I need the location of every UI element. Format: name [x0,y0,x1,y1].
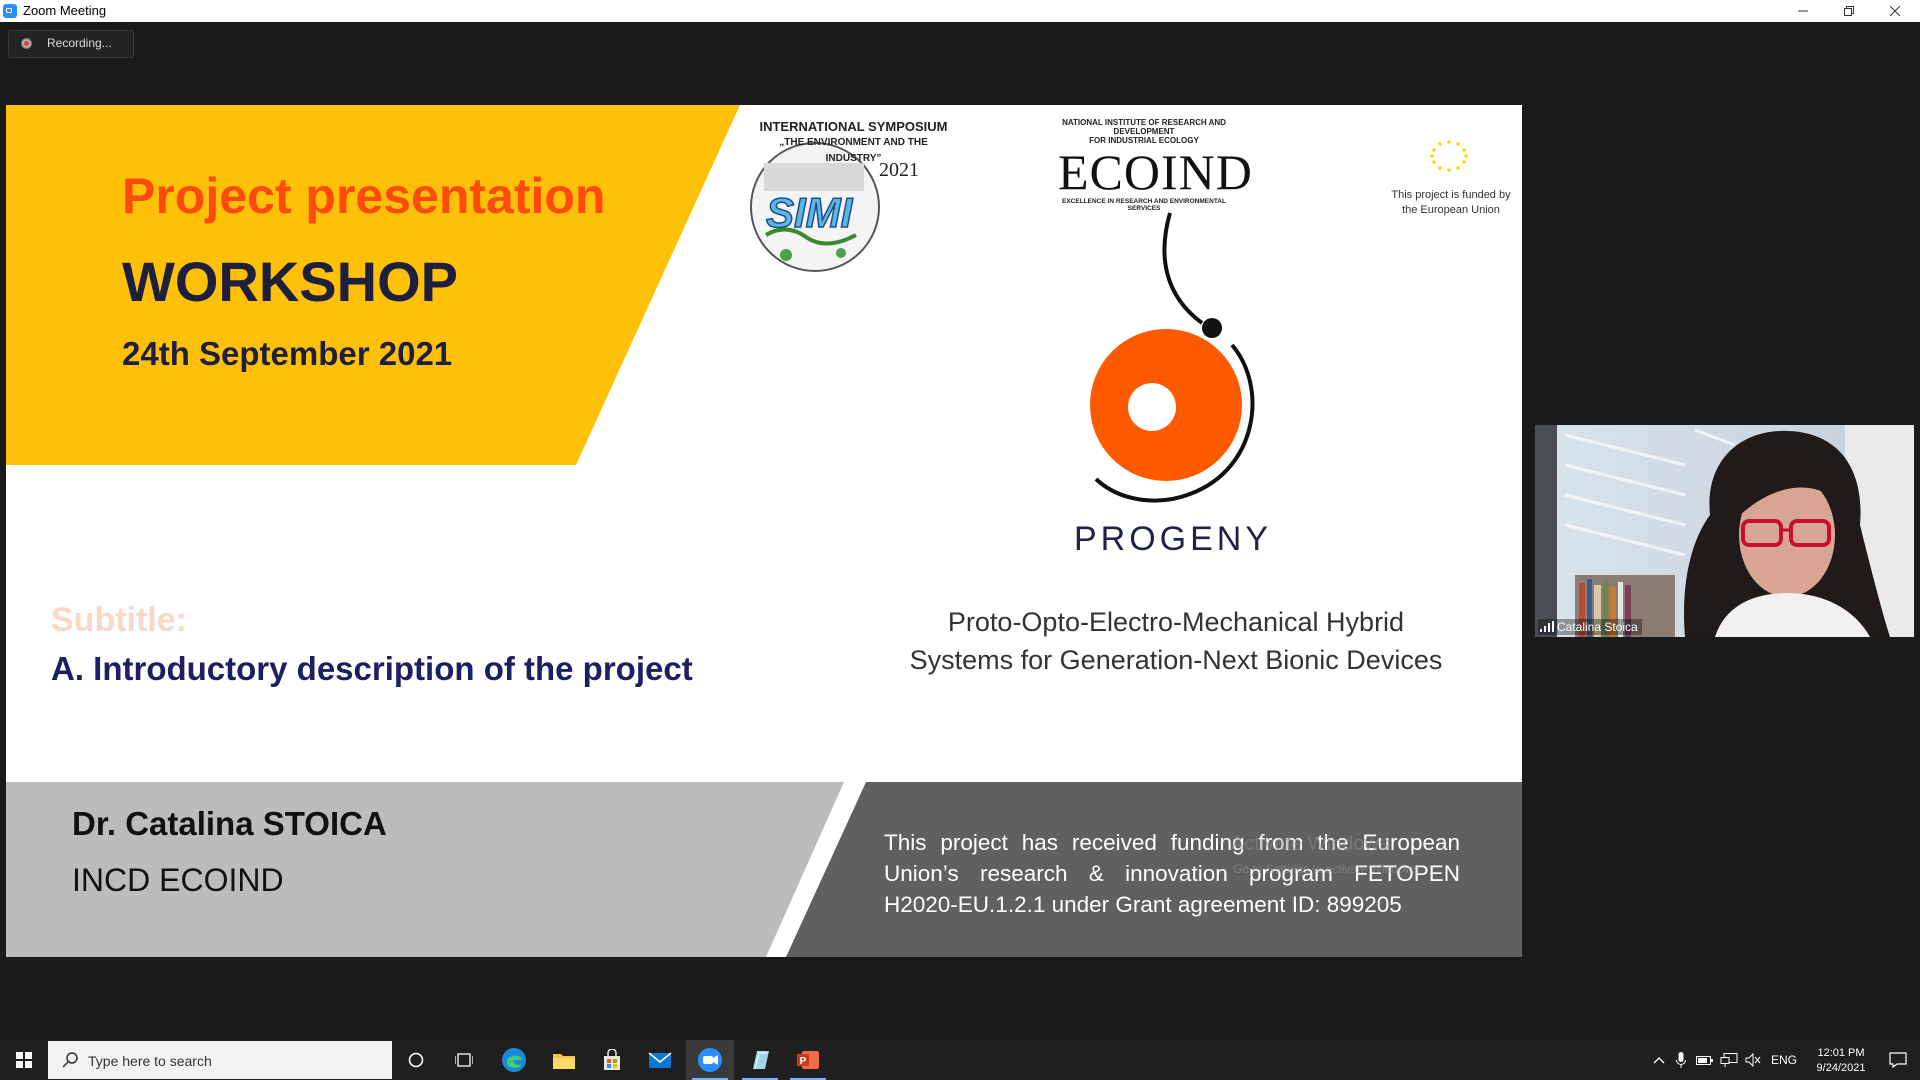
subtitle-label: Subtitle: [51,601,187,639]
network-tray-button[interactable] [1718,1040,1740,1080]
project-fullname-line1: Proto-Opto-Electro-Mechanical Hybrid [947,607,1405,637]
notepad-icon [753,1051,769,1070]
svg-text:P: P [800,1056,807,1067]
slide-event: WORKSHOP [122,250,458,313]
file-explorer-taskbar-button[interactable] [540,1040,588,1080]
slide-title: Project presentation [122,168,606,224]
clock-button[interactable]: 12:01 PM 9/24/2021 [1806,1040,1876,1080]
ecoind-tagline: EXCELLENCE IN RESEARCH AND ENVIRONMENTAL… [1062,198,1226,212]
simi-line1: INTERNATIONAL SYMPOSIUM [759,119,948,134]
window-title: Zoom Meeting [23,3,107,18]
battery-tray-button[interactable] [1694,1040,1716,1080]
recording-indicator[interactable]: Recording... [8,30,134,58]
clock-date: 9/24/2021 [1816,1061,1866,1074]
project-fullname-line2: Systems for Generation-Next Bionic Devic… [909,645,1443,675]
activate-windows-watermark: Activate Windows [1231,833,1389,855]
notepad-taskbar-button[interactable] [736,1040,784,1080]
microphone-tray-button[interactable] [1670,1040,1692,1080]
presenter-name: Dr. Catalina STOICA [72,805,387,842]
slide-date: 24th September 2021 [122,335,453,372]
eu-funding-note: This project is funded by the European U… [1386,188,1516,218]
close-icon [1890,6,1900,16]
simi-logo-text: SIMI [765,188,853,237]
activate-windows-hint: Go to Settings to activate Windows. [1233,862,1423,876]
mail-taskbar-button[interactable] [636,1040,684,1080]
simi-year: 2021 [879,159,919,181]
edge-icon [502,1048,526,1072]
eu-flag-logo [1413,132,1485,180]
signal-strength-icon [1540,621,1554,632]
input-language: ENG [1770,1053,1797,1067]
eu-line1: This project is funded by [1391,189,1511,201]
edge-taskbar-button[interactable] [490,1040,538,1080]
participant-video-image [1535,425,1914,637]
cortana-button[interactable] [392,1040,440,1080]
battery-icon [1696,1056,1713,1065]
show-hidden-icons-button[interactable] [1648,1040,1670,1080]
ecoind-header: NATIONAL INSTITUTE OF RESEARCH AND DEVEL… [1056,118,1232,145]
project-fullname: Proto-Opto-Electro-Mechanical Hybrid Sys… [856,603,1496,679]
recording-label: Recording... [47,36,112,50]
input-language-button[interactable]: ENG [1766,1040,1802,1080]
presenter-institution: INCD ECOIND [72,862,284,898]
start-button[interactable] [0,1040,48,1080]
eu-line2: the European Union [1402,204,1500,216]
volume-muted-icon [1745,1053,1761,1067]
window-title-bar: Zoom Meeting [0,0,1920,22]
recording-icon [21,38,32,49]
simi-heading: INTERNATIONAL SYMPOSIUM „THE ENVIRONMENT… [756,119,951,167]
taskbar-search-box[interactable]: Type here to search [48,1041,392,1079]
windows-icon [16,1052,32,1068]
participant-name-tag: Catalina Stoica [1538,619,1642,635]
minimize-icon [1798,10,1808,12]
minimize-button[interactable] [1780,0,1826,22]
search-placeholder: Type here to search [88,1053,212,1069]
powerpoint-taskbar-button[interactable]: P [784,1040,832,1080]
zoom-icon [698,1048,722,1072]
shared-slide: Project presentation WORKSHOP 24th Septe… [6,105,1522,957]
ecoind-top-line1: NATIONAL INSTITUTE OF RESEARCH AND DEVEL… [1062,118,1226,136]
volume-tray-button[interactable] [1742,1040,1764,1080]
cortana-icon [408,1052,424,1068]
restore-button[interactable] [1826,0,1872,22]
task-view-icon [455,1053,473,1067]
task-view-button[interactable] [440,1040,488,1080]
simi-line2: „THE ENVIRONMENT AND THE INDUSTRY” [779,137,928,164]
file-explorer-icon [553,1054,575,1069]
progeny-logo-text: PROGENY [1074,520,1273,558]
notification-icon [1889,1052,1907,1068]
microphone-icon [1676,1052,1686,1068]
zoom-taskbar-button[interactable] [686,1040,734,1080]
clock-time: 12:01 PM [1817,1046,1865,1059]
chevron-up-icon [1653,1057,1665,1064]
restore-icon [1844,6,1854,16]
network-icon [1720,1053,1738,1067]
powerpoint-icon: P [797,1051,819,1069]
close-button[interactable] [1872,0,1918,22]
mail-icon [648,1052,672,1068]
store-taskbar-button[interactable] [588,1040,636,1080]
store-icon [604,1049,620,1070]
subtitle-text: A. Introductory description of the proje… [51,650,693,687]
windows-taskbar: Type here to search P ENG 12:01 PM 9/24/… [0,1040,1920,1080]
zoom-app-icon [3,4,17,18]
ecoind-logo: ECOIND [1058,144,1253,200]
search-icon [62,1052,78,1068]
participant-name: Catalina Stoica [1557,620,1638,634]
participant-video[interactable]: Catalina Stoica [1535,425,1914,637]
action-center-button[interactable] [1876,1040,1920,1080]
